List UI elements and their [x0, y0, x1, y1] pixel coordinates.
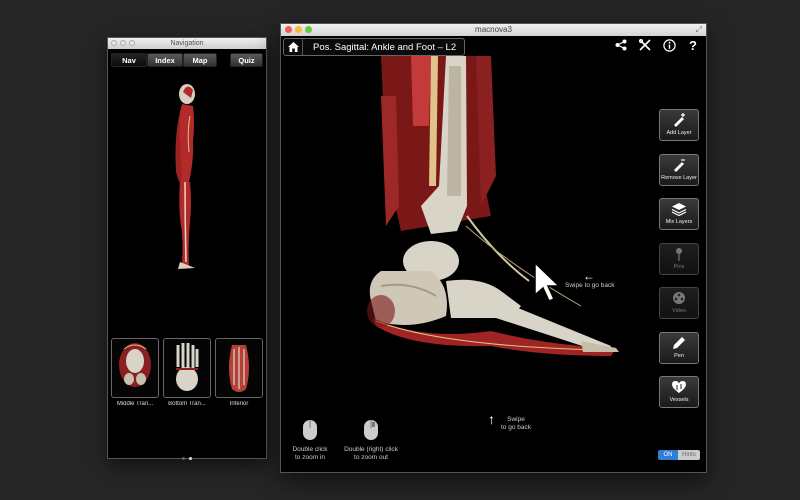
hint-double-right-click-line2: to zoom out: [354, 454, 388, 461]
remove-layer-icon: [674, 159, 685, 172]
close-window-button[interactable]: [111, 40, 117, 46]
home-button[interactable]: [284, 39, 303, 55]
navigation-window: Navigation Nav Index Map Quiz Middle Tra…: [107, 37, 267, 460]
anatomy-canvas[interactable]: ← Swipe to go back ↑ Swipe to go back Do…: [281, 56, 706, 472]
thumbnail-inferior[interactable]: [215, 338, 263, 398]
hint-double-right-click: Double (right) click to zoom out: [336, 446, 406, 462]
hint-swipe-up: Swipe to go back: [501, 416, 531, 432]
hint-double-click-line2: to zoom in: [295, 454, 325, 461]
page-title: Pos. Sagittal: Ankle and Foot – L2: [313, 41, 457, 53]
body-figure-lateral[interactable]: [163, 82, 213, 272]
ankle-foot-sagittal-image[interactable]: [281, 56, 706, 472]
tab-nav[interactable]: Nav: [111, 53, 147, 67]
zoom-window-button[interactable]: [129, 40, 135, 46]
hints-toggle-label[interactable]: Hints: [678, 450, 700, 460]
heart-icon: [672, 381, 686, 393]
main-titlebar: macnova3 ⤢: [281, 24, 706, 36]
close-window-button[interactable]: [285, 26, 292, 33]
navigation-window-title: Navigation: [170, 40, 204, 47]
video-button[interactable]: Video: [659, 287, 699, 319]
hint-double-click: Double click to zoom in: [289, 446, 331, 462]
add-layer-button[interactable]: Add Layer: [659, 109, 699, 141]
navigation-tabs: Nav Index Map Quiz: [111, 53, 263, 67]
main-window: macnova3 ⤢ Pos. Sagittal: Ankle and Foot…: [280, 23, 707, 473]
page-dot[interactable]: [182, 457, 185, 460]
hint-swipe-up-line2: to go back: [501, 424, 531, 431]
fullscreen-icon[interactable]: ⤢: [696, 24, 702, 36]
add-layer-label: Add Layer: [666, 130, 692, 136]
mix-layers-button[interactable]: Mix Layers: [659, 198, 699, 230]
zoom-window-button[interactable]: [305, 26, 312, 33]
arrow-left-icon: ←: [583, 269, 595, 283]
home-icon: [287, 42, 299, 52]
video-label: Video: [672, 308, 686, 314]
thumbnail-label: Inferior: [229, 401, 249, 407]
foot-bones-image: [176, 343, 199, 391]
thumbnail-label: Middle Tran...: [116, 401, 154, 407]
foot-inferior-image: [229, 345, 249, 392]
cursor-arrow-icon: [534, 261, 561, 302]
tab-index[interactable]: Index: [147, 53, 183, 67]
share-icon[interactable]: [614, 38, 628, 52]
remove-layer-label: Remove Layer: [661, 175, 697, 181]
main-window-title: macnova3: [475, 25, 512, 34]
thumbnail-label: Bottom Tran...: [168, 401, 206, 407]
foot-section-image: [119, 343, 151, 387]
tab-map[interactable]: Map: [183, 53, 217, 67]
tab-quiz[interactable]: Quiz: [230, 53, 263, 67]
pins-label: Pins: [673, 264, 685, 270]
thumbnail-bottom-transverse[interactable]: [163, 338, 211, 398]
pen-icon: [673, 337, 685, 349]
layers-icon: [671, 203, 687, 216]
thumbnail-middle-transverse[interactable]: [111, 338, 159, 398]
pen-button[interactable]: Pen: [659, 332, 699, 364]
page-indicator[interactable]: [180, 447, 194, 465]
hint-double-right-click-line1: Double (right) click: [344, 446, 398, 453]
hint-double-click-line1: Double click: [292, 446, 328, 453]
remove-layer-button[interactable]: Remove Layer: [659, 154, 699, 186]
mix-layers-label: Mix Layers: [665, 219, 693, 225]
hint-swipe-up-line1: Swipe: [507, 416, 525, 423]
arrow-up-icon: ↑: [488, 411, 495, 427]
toolbar: Pos. Sagittal: Ankle and Foot – L2 ?: [281, 36, 706, 56]
hints-toggle[interactable]: ON Hints: [658, 450, 700, 460]
top-icons: ?: [614, 38, 700, 53]
page-dot-current[interactable]: [189, 457, 192, 460]
info-icon[interactable]: [662, 38, 676, 52]
minimize-window-button[interactable]: [295, 26, 302, 33]
hint-swipe-left: Swipe to go back: [565, 282, 615, 289]
tools-icon[interactable]: [638, 38, 652, 52]
mouse-right-click-icon: [364, 420, 378, 440]
pin-icon: [676, 248, 682, 261]
navigation-titlebar: Navigation: [108, 38, 266, 49]
add-layer-icon: [674, 113, 685, 127]
mouse-icon: [303, 420, 317, 440]
breadcrumb: Pos. Sagittal: Ankle and Foot – L2: [283, 38, 466, 56]
pen-label: Pen: [674, 353, 684, 359]
help-icon[interactable]: ?: [686, 38, 700, 53]
hints-toggle-on[interactable]: ON: [658, 450, 678, 460]
vessels-label: Vessels: [669, 397, 689, 403]
minimize-window-button[interactable]: [120, 40, 126, 46]
pins-button[interactable]: Pins: [659, 243, 699, 275]
vessels-button[interactable]: Vessels: [659, 376, 699, 408]
film-reel-icon: [673, 292, 685, 304]
